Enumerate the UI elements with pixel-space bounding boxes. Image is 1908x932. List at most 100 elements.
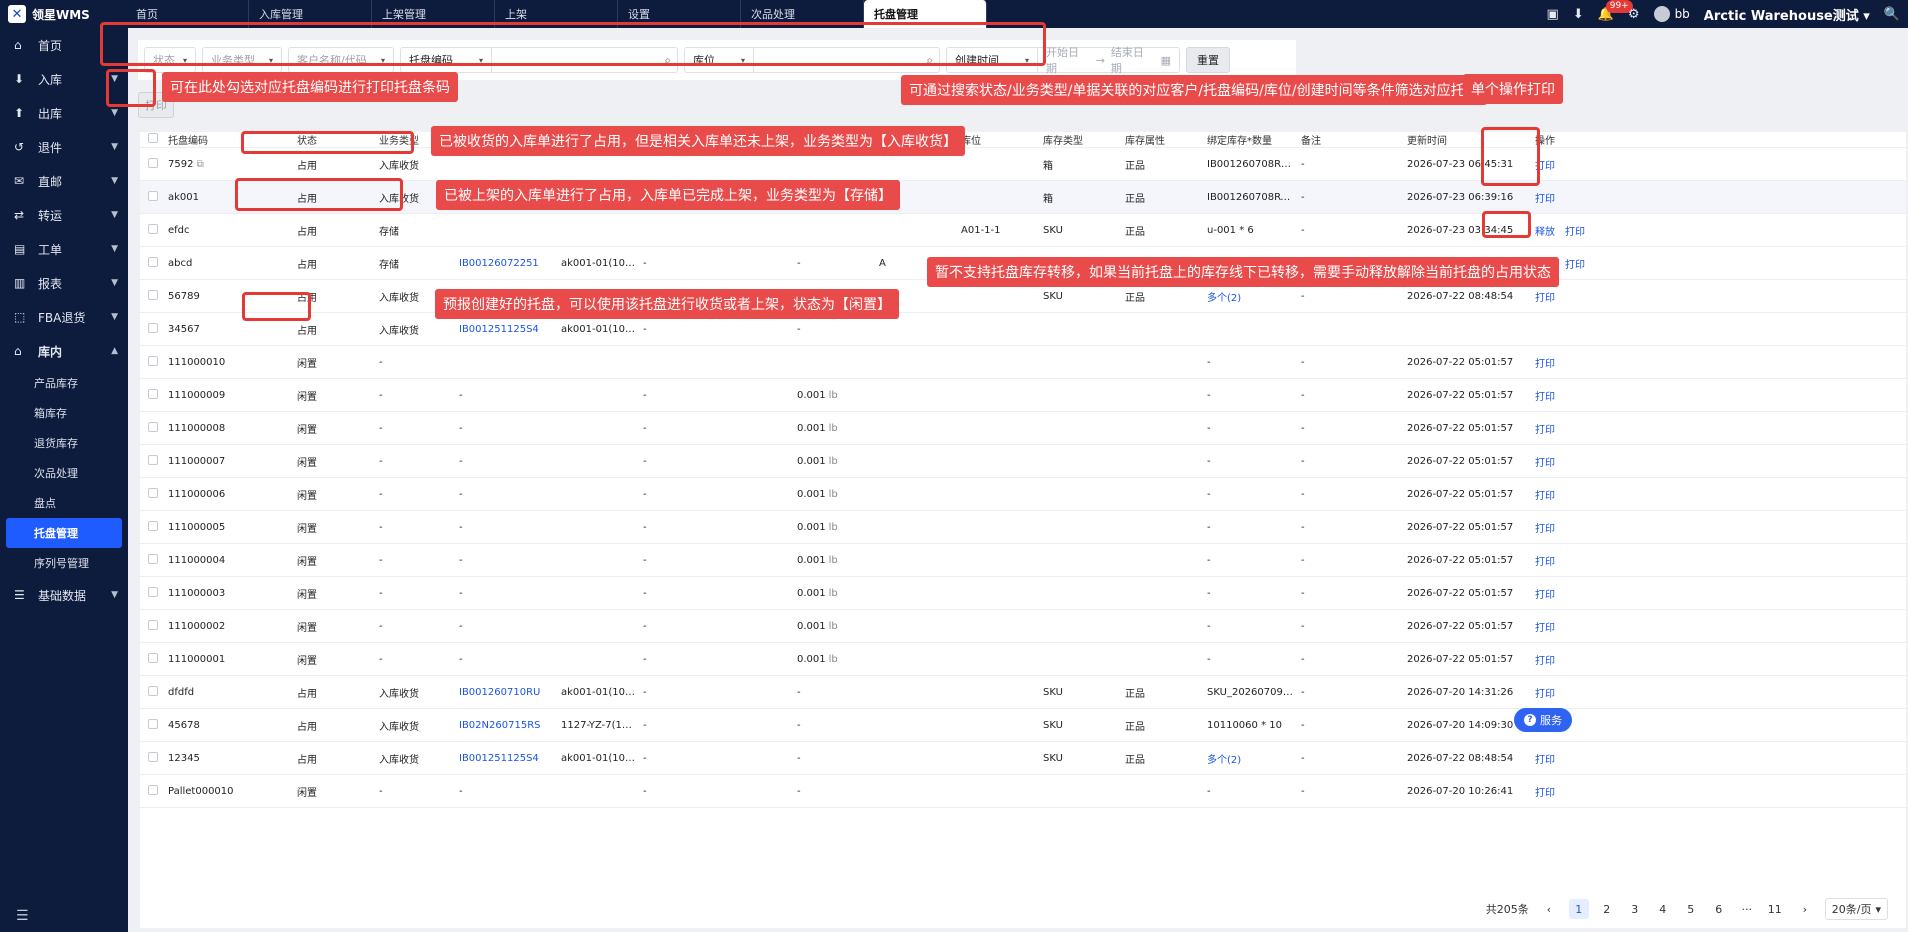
ref-link[interactable]: IB001260710RU	[459, 687, 540, 698]
print-link[interactable]: 打印	[1535, 788, 1555, 799]
row-checkbox[interactable]	[148, 289, 158, 300]
row-checkbox[interactable]	[148, 454, 158, 465]
row-checkbox[interactable]	[148, 718, 158, 729]
page-3[interactable]: 3	[1625, 899, 1645, 919]
table-row[interactable]: 34567 占用 入库收货 IB001251125S4 ak001-01(10050..…	[140, 313, 1906, 346]
ref-link[interactable]: IB00126072251	[459, 258, 539, 269]
table-row[interactable]: ak001占用入库收货IB001260708RTak001-01(10050..…	[140, 181, 1906, 214]
table-row[interactable]: 111000004 闲置 - - - 0.001 lb - - 2026-07-22 05:01:…	[140, 544, 1906, 577]
sidebar-item-6[interactable]: ▤ 工单 ▼	[0, 232, 128, 266]
tab-4[interactable]: 设置	[618, 0, 741, 28]
sidebar-subitem-6[interactable]: 序列号管理	[0, 548, 128, 578]
row-checkbox[interactable]	[148, 388, 158, 399]
user-menu[interactable]: bb	[1653, 6, 1690, 22]
print-link[interactable]: 打印	[1535, 656, 1555, 667]
prev-page-icon[interactable]: ‹	[1539, 899, 1559, 919]
print-link[interactable]: 打印	[1535, 623, 1555, 634]
select-all-checkbox[interactable]	[148, 133, 158, 143]
page-2[interactable]: 2	[1597, 899, 1617, 919]
row-checkbox[interactable]	[148, 355, 158, 366]
page-11[interactable]: 11	[1765, 899, 1785, 919]
row-checkbox[interactable]	[148, 223, 158, 234]
tab-2[interactable]: 上架管理	[372, 0, 495, 28]
sidebar-subitem-4[interactable]: 盘点	[0, 488, 128, 518]
row-checkbox[interactable]	[148, 487, 158, 498]
date-range-picker[interactable]: 开始日期 → 结束日期 ▦	[1038, 46, 1180, 75]
sidebar-item-4[interactable]: ✉ 直邮 ▼	[0, 164, 128, 198]
location-input[interactable]: ⌕	[754, 47, 940, 73]
pallet-code-input[interactable]: ⌕	[492, 47, 678, 73]
tab-6[interactable]: 托盘管理	[864, 0, 987, 28]
row-checkbox[interactable]	[148, 685, 158, 696]
row-checkbox[interactable]	[148, 553, 158, 564]
table-row[interactable]: 111000005 闲置 - - - 0.001 lb - - 2026-07-22 05:01:…	[140, 511, 1906, 544]
table-row[interactable]: 111000008 闲置 - - - 0.001 lb - - 2026-07-22 05:01:…	[140, 412, 1906, 445]
tab-5[interactable]: 次品处理	[741, 0, 864, 28]
table-row[interactable]: 111000007 闲置 - - - 0.001 lb - - 2026-07-22 05:01:…	[140, 445, 1906, 478]
table-row[interactable]: 111000002 闲置 - - - 0.001 lb - - 2026-07-22 05:01:…	[140, 610, 1906, 643]
row-checkbox[interactable]	[148, 190, 158, 201]
tab-0[interactable]: 首页	[126, 0, 249, 28]
table-row[interactable]: 111000009 闲置 - - - 0.001 lb - - 2026-07-22 05:01:…	[140, 379, 1906, 412]
row-checkbox[interactable]	[148, 751, 158, 762]
row-checkbox[interactable]	[148, 520, 158, 531]
settings-icon[interactable]: ⚙	[1628, 7, 1640, 22]
sidebar-item-9[interactable]: ⌂ 库内 ▲	[0, 334, 128, 368]
print-link[interactable]: 打印	[1535, 293, 1555, 304]
row-checkbox[interactable]	[148, 421, 158, 432]
print-link[interactable]: 打印	[1535, 458, 1555, 469]
sidebar-item-0[interactable]: ⌂ 首页	[0, 28, 128, 62]
table-row[interactable]: 45678 占用 入库收货 IB02N260715RS 1127-YZ-7(1005..…	[140, 709, 1906, 742]
warehouse-selector[interactable]: Arctic Warehouse测试 ▾	[1704, 5, 1870, 24]
row-checkbox[interactable]	[148, 322, 158, 333]
biz-type-select[interactable]: 业务类型 ▾	[202, 47, 282, 73]
print-link[interactable]: 打印	[1535, 689, 1555, 700]
row-checkbox[interactable]	[148, 586, 158, 597]
sidebar-item-3[interactable]: ↺ 退件 ▼	[0, 130, 128, 164]
ref-link[interactable]: IB001251125S4	[459, 753, 539, 764]
collapse-menu-icon[interactable]: ☰	[16, 908, 29, 924]
page-1[interactable]: 1	[1568, 899, 1589, 919]
page-5[interactable]: 5	[1681, 899, 1701, 919]
table-row[interactable]: 7592 ⧉占用入库收货箱正品IB001260708RS-C2 ...-2026…	[140, 148, 1906, 181]
print-link[interactable]: 打印	[1535, 425, 1555, 436]
print-link[interactable]: 打印	[1535, 557, 1555, 568]
print-link[interactable]: 打印	[1535, 524, 1555, 535]
page-ellipsis[interactable]: ···	[1737, 899, 1757, 919]
table-row[interactable]: Pallet000010 闲置 - - - - - - 2026-07-20 10:26:41 打…	[140, 775, 1906, 808]
search-icon[interactable]: ⌕	[664, 53, 671, 68]
status-select[interactable]: 状态 ▾	[144, 47, 196, 73]
row-checkbox[interactable]	[148, 784, 158, 795]
time-field-select[interactable]: 创建时间 ▾	[946, 47, 1038, 73]
table-row[interactable]: 12345 占用 入库收货 IB001251125S4 ak001-01(10050..…	[140, 742, 1906, 775]
table-row[interactable]: efdc 占用 存储 A01-1-1 SKU 正品 u-001 * 6 - 2026-07-23…	[140, 214, 1906, 247]
table-row[interactable]: 111000010 闲置 - - - 2026-07-22 05:01:57 打印	[140, 346, 1906, 379]
print-link[interactable]: 打印	[1535, 194, 1555, 205]
print-link[interactable]: 打印	[1535, 392, 1555, 403]
app-logo[interactable]: ✕ 领星WMS	[8, 4, 126, 24]
row-checkbox[interactable]	[148, 256, 158, 267]
ref-link[interactable]: IB001251125S4	[459, 324, 539, 335]
search-icon[interactable]: 🔍	[1884, 7, 1900, 22]
sidebar-subitem-3[interactable]: 次品处理	[0, 458, 128, 488]
page-6[interactable]: 6	[1709, 899, 1729, 919]
sidebar-subitem-5[interactable]: 托盘管理	[6, 518, 122, 548]
tab-1[interactable]: 入库管理	[249, 0, 372, 28]
print-link[interactable]: 打印	[1565, 227, 1585, 238]
sidebar-item-7[interactable]: ▥ 报表 ▼	[0, 266, 128, 300]
row-checkbox[interactable]	[148, 652, 158, 663]
ref-link[interactable]: IB02N260715RS	[459, 720, 540, 731]
search-icon[interactable]: ⌕	[926, 53, 933, 68]
reset-button[interactable]: 重置	[1186, 47, 1230, 73]
print-link[interactable]: 打印	[1535, 359, 1555, 370]
box-icon[interactable]: ▣	[1547, 7, 1559, 22]
download-icon[interactable]: ⬇	[1573, 7, 1584, 22]
table-row[interactable]: 111000006 闲置 - - - 0.001 lb - - 2026-07-22 05:01:…	[140, 478, 1906, 511]
print-link[interactable]: 打印	[1565, 260, 1585, 271]
copy-icon[interactable]: ⧉	[193, 159, 204, 170]
tab-3[interactable]: 上架	[495, 0, 618, 28]
service-button[interactable]: ? 服务	[1514, 708, 1572, 732]
page-size-select[interactable]: 20条/页 ▾	[1824, 898, 1888, 920]
print-link[interactable]: 打印	[1535, 590, 1555, 601]
next-page-icon[interactable]: ›	[1795, 899, 1815, 919]
